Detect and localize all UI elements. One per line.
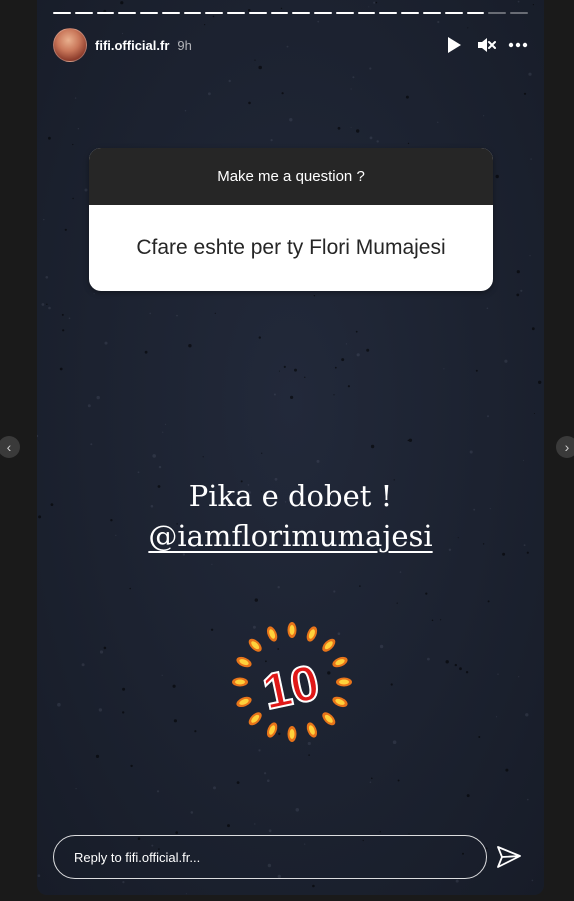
progress-segment bbox=[423, 12, 441, 14]
flame-icon bbox=[232, 677, 248, 687]
flame-icon bbox=[236, 696, 252, 708]
score-ten-sticker: 10 bbox=[232, 622, 352, 742]
story-header: fifi.official.fr 9h bbox=[53, 28, 528, 62]
flame-icon bbox=[248, 638, 262, 652]
progress-segment bbox=[205, 12, 224, 14]
story-viewer: fifi.official.fr 9h Make me a question ?… bbox=[37, 0, 544, 895]
question-prompt: Make me a question ? bbox=[89, 148, 493, 205]
progress-segment bbox=[140, 12, 158, 14]
story-caption: Pika e dobet ! @iamflorimumajesi bbox=[37, 476, 544, 556]
post-time: 9h bbox=[177, 37, 192, 53]
progress-segment bbox=[53, 12, 71, 14]
progress-segment bbox=[357, 12, 376, 14]
flame-icon bbox=[287, 726, 297, 742]
flame-icon bbox=[266, 626, 278, 642]
play-icon[interactable] bbox=[444, 35, 464, 55]
progress-segment bbox=[292, 12, 311, 14]
next-story-arrow-icon[interactable]: › bbox=[556, 436, 574, 458]
mute-icon[interactable] bbox=[476, 35, 496, 55]
progress-segment bbox=[270, 12, 289, 14]
story-controls bbox=[444, 35, 528, 55]
flame-icon bbox=[322, 638, 336, 652]
mention-link[interactable]: @iamflorimumajesi bbox=[148, 519, 432, 553]
flame-icon bbox=[332, 696, 348, 708]
progress-segment bbox=[183, 12, 202, 14]
flame-icon bbox=[332, 656, 348, 668]
progress-segment bbox=[74, 12, 93, 14]
progress-segment bbox=[96, 12, 115, 14]
progress-segment bbox=[248, 12, 267, 14]
progress-segment bbox=[227, 12, 245, 14]
flame-icon bbox=[248, 712, 262, 726]
progress-segment bbox=[379, 12, 398, 14]
progress-segment bbox=[118, 12, 137, 14]
flame-icon bbox=[336, 677, 352, 687]
flame-icon bbox=[322, 712, 336, 726]
reply-placeholder: Reply to fifi.official.fr... bbox=[74, 849, 201, 865]
flame-icon bbox=[287, 622, 297, 638]
progress-segment bbox=[510, 12, 528, 14]
reply-input[interactable]: Reply to fifi.official.fr... bbox=[53, 835, 487, 879]
flame-icon bbox=[266, 722, 278, 738]
progress-segment bbox=[161, 12, 180, 14]
flame-icon bbox=[306, 722, 318, 738]
flame-icon bbox=[306, 626, 318, 642]
more-options-icon[interactable] bbox=[508, 35, 528, 55]
avatar[interactable] bbox=[53, 28, 87, 62]
username[interactable]: fifi.official.fr bbox=[95, 38, 169, 53]
send-icon[interactable] bbox=[495, 843, 523, 871]
story-progress-bar bbox=[53, 12, 528, 15]
progress-segment bbox=[314, 12, 332, 14]
score-value: 10 bbox=[258, 654, 324, 720]
progress-segment bbox=[401, 12, 420, 14]
progress-segment bbox=[444, 12, 463, 14]
progress-segment bbox=[466, 12, 485, 14]
progress-segment bbox=[488, 12, 507, 14]
flame-icon bbox=[236, 656, 252, 668]
progress-segment bbox=[335, 12, 354, 14]
caption-line: Pika e dobet ! bbox=[188, 479, 393, 513]
speckle-texture bbox=[37, 0, 542, 895]
question-answer: Cfare eshte per ty Flori Mumajesi bbox=[136, 236, 446, 259]
question-sticker: Make me a question ? Cfare eshte per ty … bbox=[89, 148, 493, 291]
